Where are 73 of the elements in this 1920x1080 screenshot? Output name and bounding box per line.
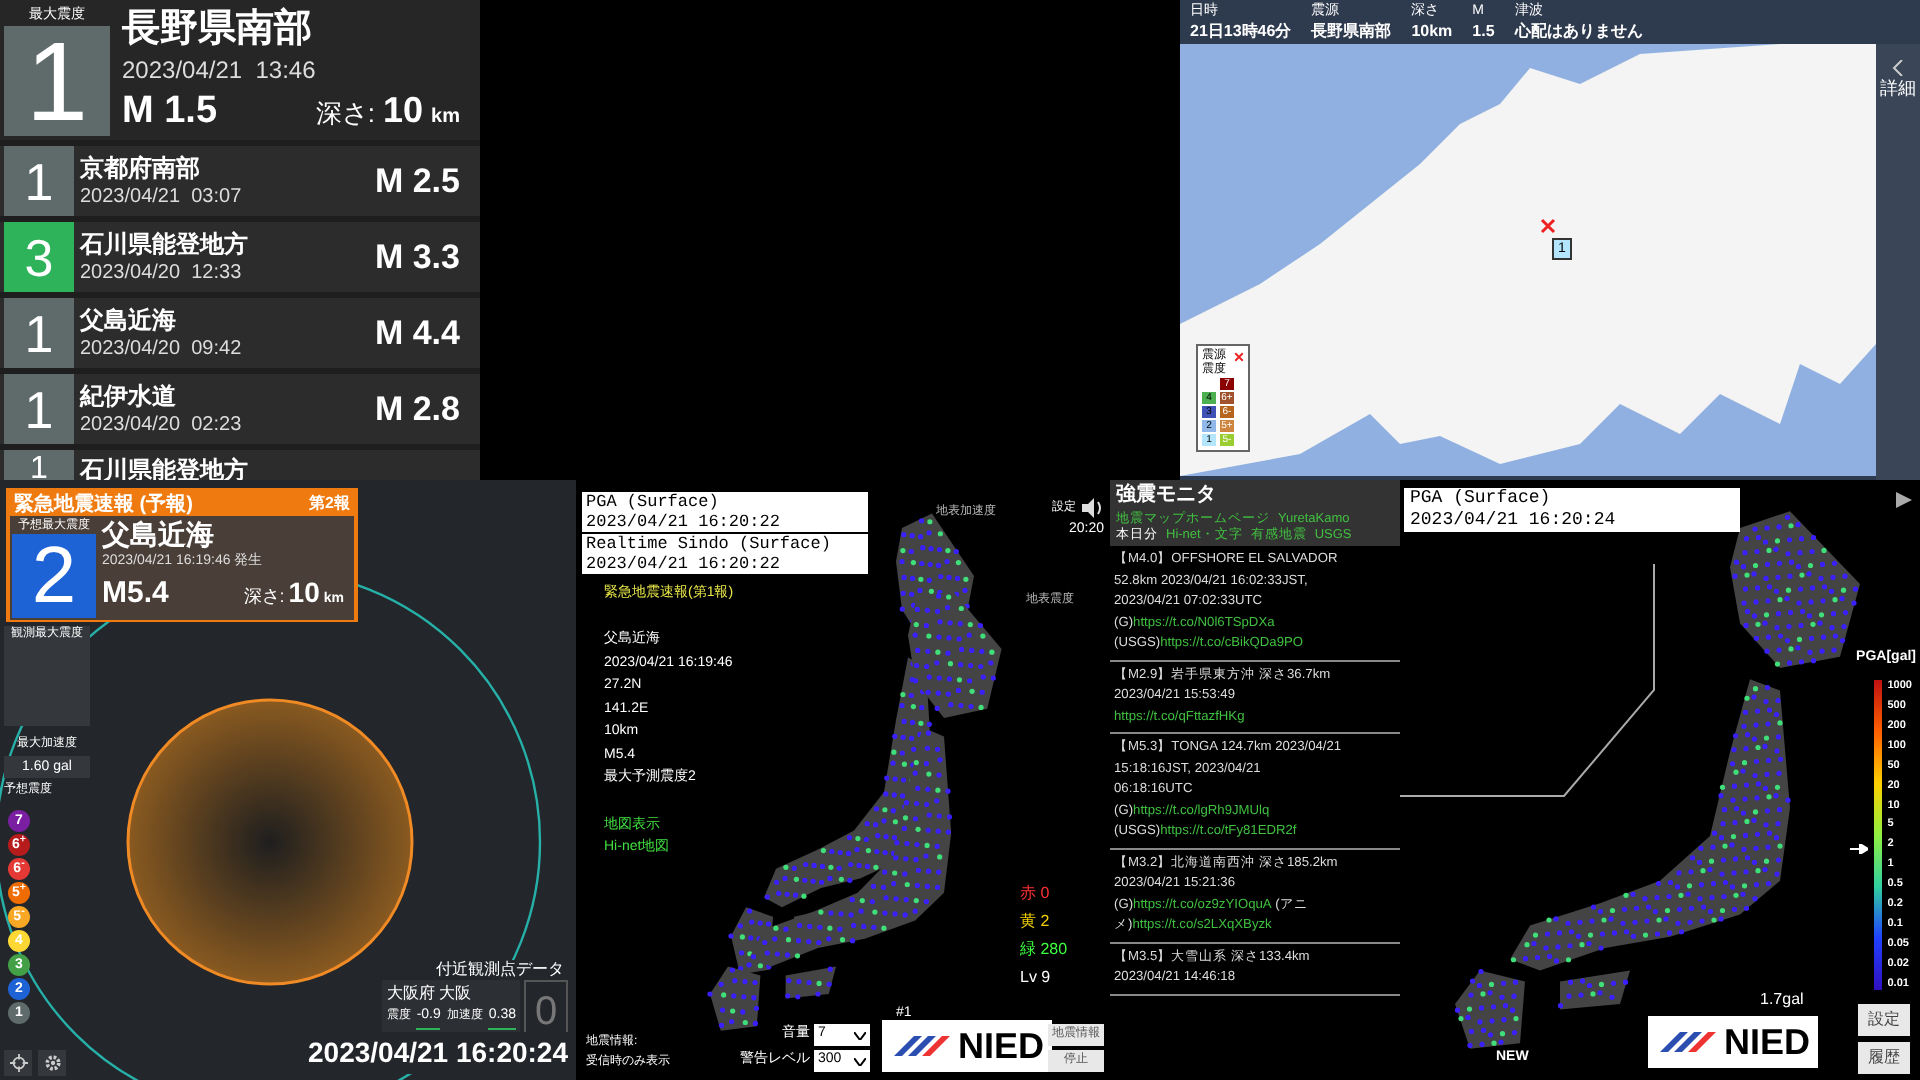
locate-button[interactable] <box>4 1050 32 1076</box>
quake-time: 2023/04/20 09:42 <box>80 335 244 361</box>
depth-label: 深さ: <box>243 584 285 610</box>
clock: 2023/04/21 16:20:24 <box>308 1032 568 1074</box>
nearby-title: 付近観測点データ <box>432 960 568 980</box>
count-label: Lv 9 <box>1020 966 1053 990</box>
pga-reading: 1.7gal <box>1760 988 1804 1012</box>
box-time: 2023/04/21 16:20:22 <box>586 554 782 574</box>
info-value: 心配はありません <box>1514 20 1643 42</box>
region-name: 石川県能登地方 <box>80 455 250 480</box>
region-title: 父島近海 <box>102 518 216 552</box>
info-value: 長野県南部 <box>1311 20 1392 42</box>
quake-time: 2023/04/20 02:23 <box>80 411 244 437</box>
speaker-icon <box>1080 496 1104 520</box>
count-label: 緑 280 <box>1020 938 1068 962</box>
magnitude: M 4.4 <box>374 311 462 356</box>
region-name: 石川県能登地方 <box>80 229 250 259</box>
history-row[interactable]: 1 父島近海 2023/04/20 09:42 M 4.4 <box>0 298 480 368</box>
magnitude: M5.4 <box>102 574 169 614</box>
intensity-badge: 3 <box>4 222 74 292</box>
region-name: 紀伊水道 <box>80 381 178 411</box>
depth-unit: km <box>431 104 460 132</box>
info-value: 1.5 <box>1472 20 1495 42</box>
history-row[interactable]: 1 京都府南部 2023/04/21 03:07 M 2.5 <box>0 146 480 216</box>
intensity-badge: 1 <box>4 374 74 444</box>
chevron-down-icon <box>854 1031 866 1039</box>
intensity-badge: 1 <box>4 26 110 136</box>
box-title: PGA (Surface) <box>1410 488 1553 510</box>
quake-time: 2023/04/20 12:33 <box>80 259 244 285</box>
intensity-badge: 1 <box>4 146 74 216</box>
magnitude: M 1.5 <box>122 88 218 136</box>
intensity-badge: 1 <box>4 298 74 368</box>
box-time: 2023/04/21 16:20:24 <box>1410 510 1618 532</box>
settings-icon <box>43 1054 61 1072</box>
feed-title: 強震モニタ <box>1116 481 1218 510</box>
history-row[interactable]: 1 石川県能登地方 <box>0 450 480 480</box>
settings-button[interactable] <box>38 1050 66 1076</box>
eew-title: 緊急地震速報 (予報) <box>14 491 193 518</box>
box-time: 2023/04/21 16:20:22 <box>586 512 782 532</box>
intensity-badge: 1 <box>4 450 74 480</box>
magnitude: M 2.8 <box>374 387 462 432</box>
chevron-down-icon <box>854 1057 866 1065</box>
play-icon <box>1896 492 1912 508</box>
detail-button[interactable]: 詳細 <box>1876 44 1920 480</box>
epicenter-icon <box>1234 352 1244 362</box>
intensity-badge: 2 <box>12 534 96 617</box>
crosshair-icon <box>9 1054 27 1072</box>
magnitude: M 2.5 <box>374 159 462 204</box>
region-name: 京都府南部 <box>80 153 202 183</box>
box-title: PGA (Surface) <box>586 492 721 512</box>
quake-time: 2023/04/21 03:07 <box>80 183 244 209</box>
epicenter-icon <box>1540 218 1556 234</box>
quake-time: 2023/04/21 13:46 <box>122 56 318 84</box>
region-title: 長野県南部 <box>122 5 314 54</box>
report-number: 第2報 <box>309 492 350 516</box>
region-name: 父島近海 <box>80 305 178 335</box>
depth-label: 深さ: <box>315 96 376 132</box>
depth-value: 10 <box>288 574 320 612</box>
station-name: 大阪府 大阪 <box>386 982 474 1006</box>
count-label: 黄 2 <box>1020 910 1052 934</box>
logo-text: NIED <box>958 1028 1045 1064</box>
box-title: Realtime Sindo (Surface) <box>586 534 833 554</box>
info-value: 10km <box>1411 20 1453 42</box>
history-row[interactable]: 3 石川県能登地方 2023/04/20 12:33 M 3.3 <box>0 222 480 292</box>
logo-text: NIED <box>1724 1024 1811 1060</box>
chevron-left-icon <box>1892 60 1904 76</box>
history-row[interactable]: 1 紀伊水道 2023/04/20 02:23 M 2.8 <box>0 374 480 444</box>
info-value: 21日13時46分 <box>1190 20 1292 42</box>
panel-button[interactable]: 設定 <box>1858 1004 1910 1036</box>
count-label: 赤 0 <box>1020 882 1052 906</box>
depth-value: 10 <box>383 88 424 134</box>
panel-button[interactable]: 履歴 <box>1858 1042 1910 1074</box>
magnitude: M 3.3 <box>374 235 462 280</box>
